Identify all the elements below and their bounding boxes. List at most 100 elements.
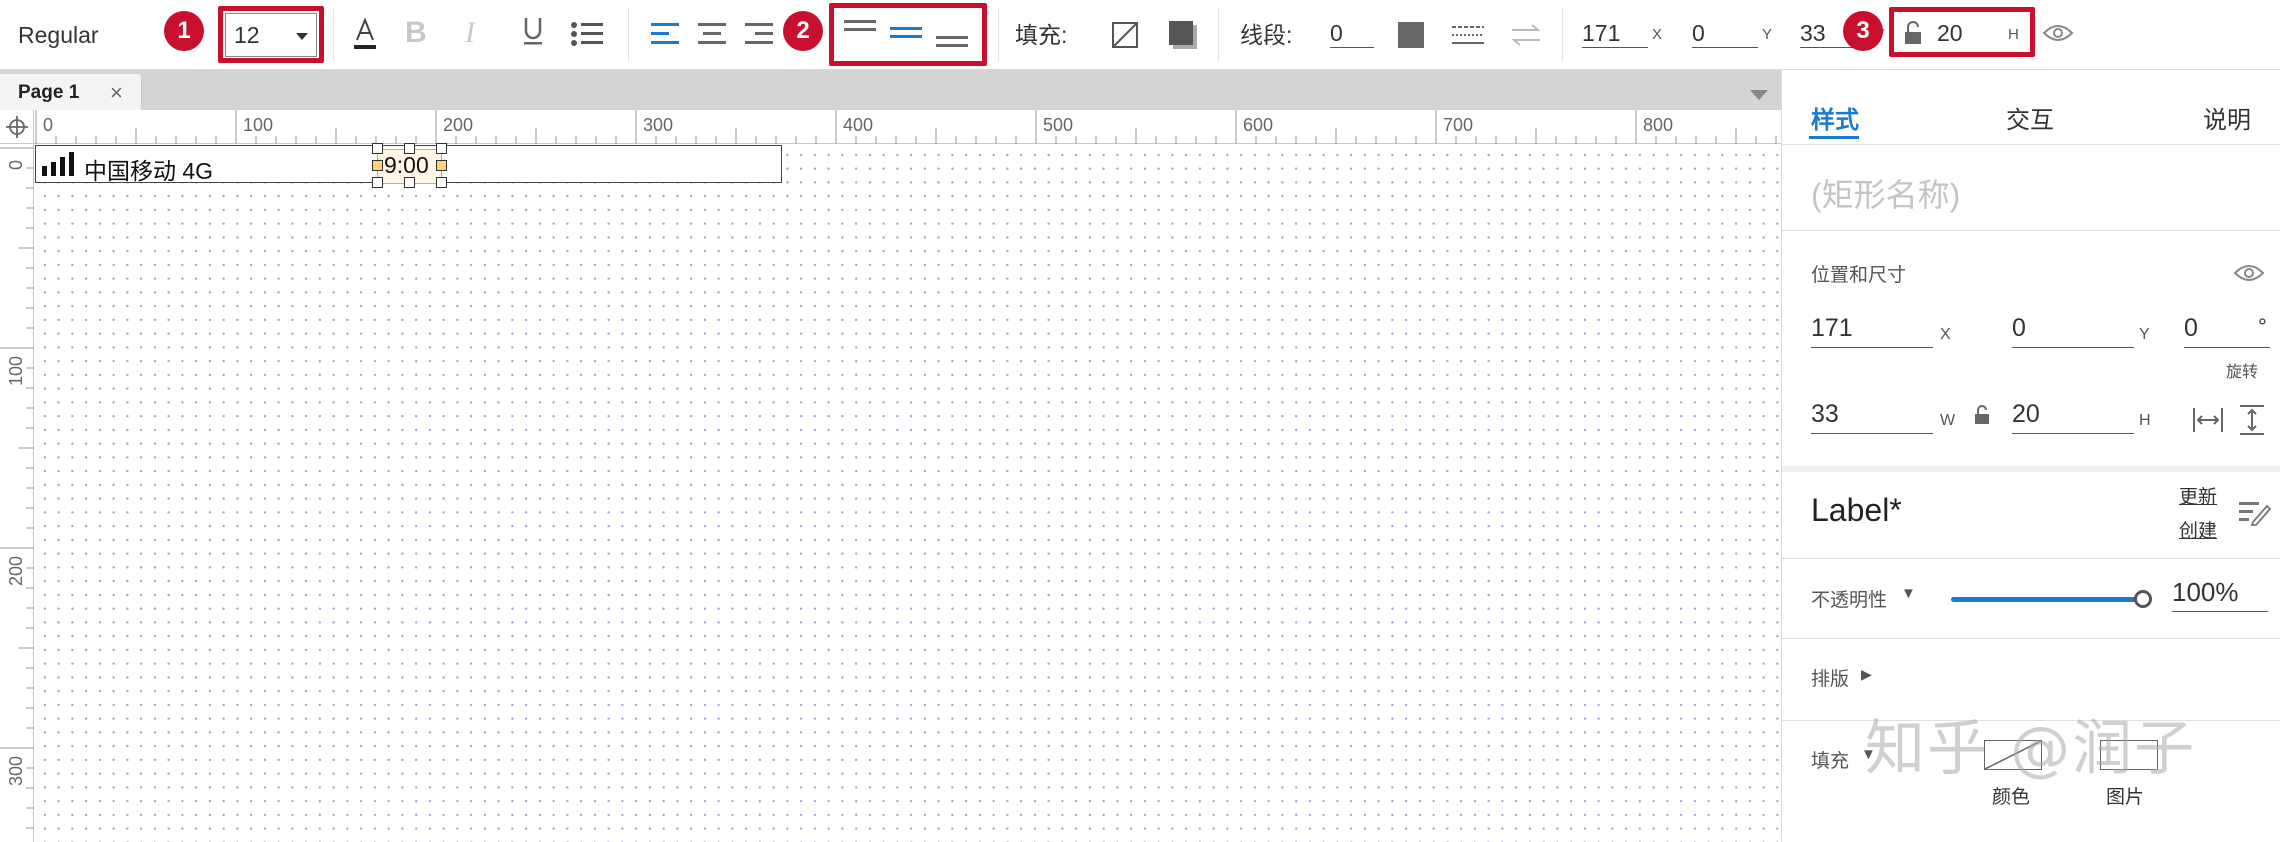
- lock-open-icon[interactable]: [1903, 20, 1923, 46]
- y-input[interactable]: 0: [1692, 20, 1758, 48]
- style-name: Label*: [1811, 492, 1902, 528]
- tab-notes[interactable]: 说明: [2203, 100, 2251, 135]
- ruler-left: 0 100 200 300: [0, 144, 34, 842]
- ruler-top-label: 400: [843, 115, 874, 135]
- panel-h-input[interactable]: 20: [2012, 398, 2134, 434]
- expand-arrow-icon[interactable]: ▶: [1861, 666, 1872, 683]
- bold-icon[interactable]: B: [405, 16, 427, 50]
- fit-height-icon[interactable]: [2238, 404, 2266, 436]
- lock-open-icon[interactable]: [1974, 404, 1990, 426]
- font-style-select[interactable]: Regular: [18, 22, 99, 48]
- opacity-slider-fill: [1951, 597, 2143, 602]
- panel-y-label: Y: [2139, 326, 2150, 343]
- resize-handle[interactable]: [404, 177, 415, 188]
- create-style-link[interactable]: 创建: [2179, 516, 2217, 543]
- ruler-left-label: 200: [6, 555, 26, 586]
- eye-icon[interactable]: [2042, 22, 2074, 44]
- edit-style-icon[interactable]: [2237, 498, 2272, 526]
- watermark: 知乎 @润子: [1865, 714, 2197, 784]
- crosshair-icon[interactable]: [6, 116, 28, 138]
- opacity-slider[interactable]: [1951, 590, 2152, 608]
- ruler-top-label: 0: [43, 115, 54, 135]
- ruler-top-label: 300: [643, 115, 674, 135]
- status-bar-widget[interactable]: 中国移动 4G 9:00: [35, 143, 782, 188]
- position-size-label: 位置和尺寸: [1811, 265, 1907, 286]
- tab-page1[interactable]: Page 1 ×: [0, 74, 142, 110]
- align-right-icon[interactable]: [744, 20, 774, 48]
- h-input[interactable]: 20: [1937, 20, 1963, 46]
- resize-handle[interactable]: [436, 177, 447, 188]
- ruler-corner: [0, 110, 34, 144]
- align-bottom-icon[interactable]: [935, 34, 969, 50]
- x-input[interactable]: 171: [1582, 20, 1648, 48]
- opacity-label: 不透明性: [1811, 590, 1888, 611]
- stroke-color-icon[interactable]: [1398, 22, 1424, 48]
- underline-icon[interactable]: [520, 14, 546, 48]
- italic-icon[interactable]: I: [465, 16, 475, 50]
- opacity-slider-knob[interactable]: [2134, 590, 2152, 608]
- ruler-top-label: 600: [1243, 115, 1274, 135]
- toolbar: Regular 12 1 B I 2 填充: 线段: 0 171 X 0 Y 3…: [0, 0, 2280, 70]
- tab-style-underline: [1809, 136, 1859, 139]
- ruler-top-label: 100: [243, 115, 274, 135]
- fill-label: 填充:: [1015, 22, 1068, 48]
- align-middle-icon[interactable]: [889, 25, 923, 41]
- resize-handle[interactable]: [372, 143, 383, 154]
- shadow-icon[interactable]: [1168, 20, 1198, 50]
- ruler-left-label: 0: [6, 159, 26, 170]
- panel-y-input[interactable]: 0: [2012, 312, 2134, 348]
- panel-x-label: X: [1940, 326, 1951, 343]
- degree-symbol: °: [2258, 314, 2267, 339]
- opacity-dropdown-icon[interactable]: ▼: [1901, 585, 1916, 602]
- stroke-pattern-icon[interactable]: [1452, 24, 1484, 46]
- close-icon[interactable]: ×: [110, 80, 123, 106]
- typography-section[interactable]: 排版: [1811, 664, 1849, 691]
- panel-w-input[interactable]: 33: [1811, 398, 1933, 434]
- annotation-badge-3: 3: [1843, 11, 1883, 51]
- y-label: Y: [1762, 26, 1773, 43]
- text-color-icon[interactable]: [350, 16, 380, 52]
- ruler-top: 0 100 200 300 400 500 600 700 800: [34, 110, 1781, 144]
- panel-x-input[interactable]: 171: [1811, 312, 1933, 348]
- annotation-box-1: [218, 6, 324, 63]
- arrow-style-icon[interactable]: [1510, 22, 1542, 48]
- shape-name-input[interactable]: (矩形名称): [1811, 170, 1960, 216]
- page-tab-bar: Page 1 ×: [0, 70, 1781, 110]
- panel-w-label: W: [1940, 412, 1956, 429]
- tab-menu-chevron-icon[interactable]: [1750, 90, 1768, 100]
- resize-handle[interactable]: [436, 160, 447, 171]
- rotation-label: 旋转: [2226, 364, 2259, 381]
- tab-label: Page 1: [18, 82, 80, 103]
- eye-icon[interactable]: [2233, 262, 2265, 284]
- fill-section[interactable]: 填充: [1811, 746, 1849, 773]
- time-label: 9:00: [384, 152, 429, 178]
- panel-h-label: H: [2139, 412, 2151, 429]
- update-style-link[interactable]: 更新: [2179, 482, 2217, 509]
- fit-width-icon[interactable]: [2192, 406, 2224, 434]
- tab-style[interactable]: 样式: [1811, 100, 1859, 135]
- carrier-label: 中国移动 4G: [84, 158, 214, 184]
- design-canvas[interactable]: 中国移动 4G 9:00: [35, 143, 1781, 842]
- ruler-left-label: 300: [6, 755, 26, 786]
- resize-handle[interactable]: [436, 143, 447, 154]
- ruler-left-label: 100: [6, 355, 26, 386]
- align-center-icon[interactable]: [697, 20, 727, 48]
- ruler-top-label: 200: [443, 115, 474, 135]
- resize-handle[interactable]: [372, 160, 383, 171]
- ruler-top-label: 800: [1643, 115, 1674, 135]
- stroke-width-input[interactable]: 0: [1330, 20, 1374, 48]
- fill-none-icon[interactable]: [1112, 22, 1138, 48]
- h-label: H: [2008, 26, 2019, 43]
- ruler-top-label: 500: [1043, 115, 1074, 135]
- bullet-list-icon[interactable]: [570, 20, 604, 48]
- align-top-icon[interactable]: [843, 18, 877, 34]
- signal-icon: [42, 152, 74, 176]
- x-label: X: [1652, 26, 1663, 43]
- resize-handle[interactable]: [404, 143, 415, 154]
- resize-handle[interactable]: [372, 177, 383, 188]
- ruler-top-label: 700: [1443, 115, 1474, 135]
- tab-interaction[interactable]: 交互: [2006, 100, 2054, 135]
- opacity-input[interactable]: 100%: [2172, 576, 2268, 612]
- stroke-label: 线段:: [1240, 22, 1293, 48]
- align-left-icon[interactable]: [650, 20, 680, 48]
